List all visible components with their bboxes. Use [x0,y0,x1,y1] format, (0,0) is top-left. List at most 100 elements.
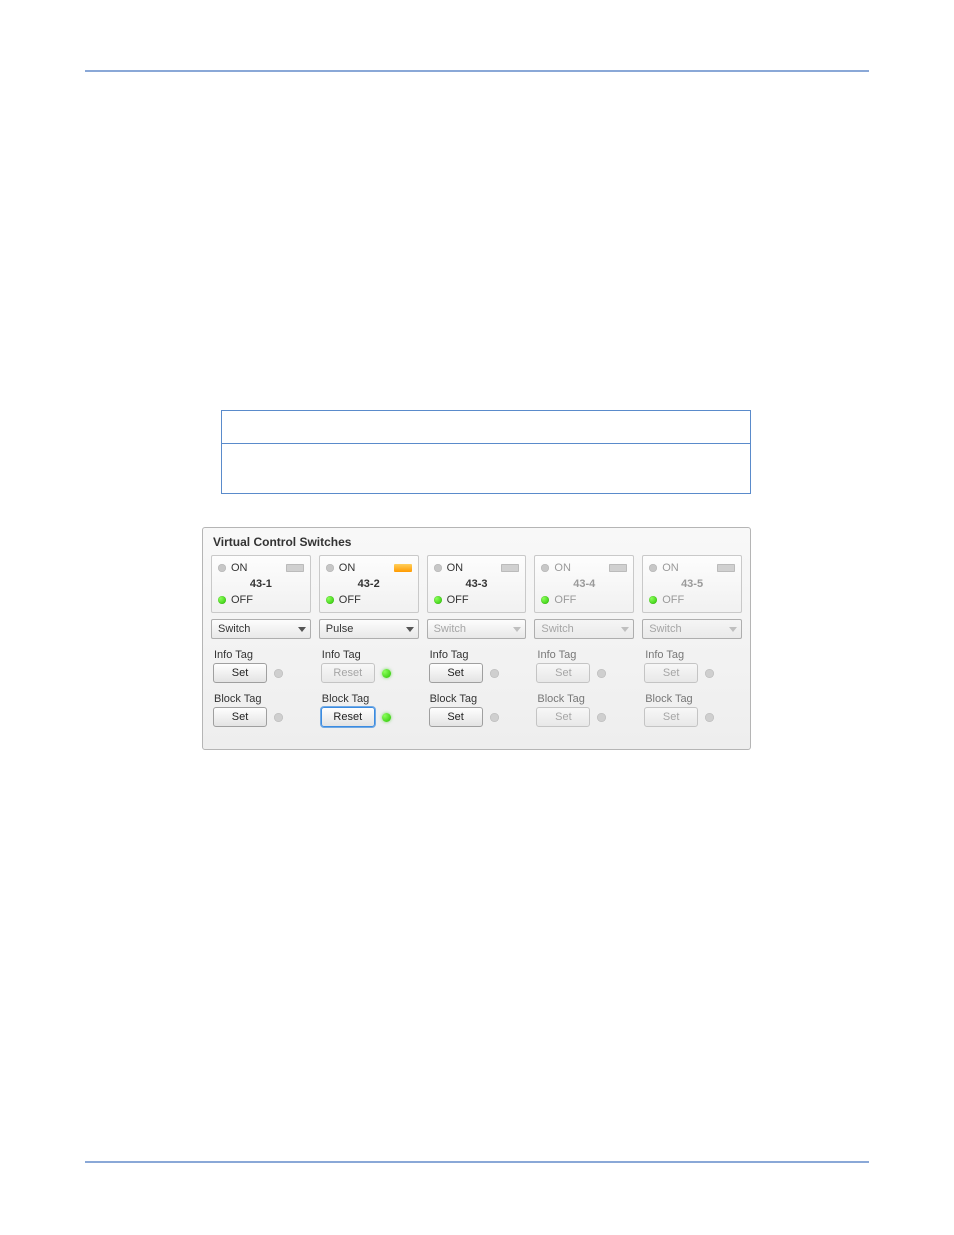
switch-id-label: 43-3 [434,576,520,592]
block-tag-block: Block Tag Reset [319,693,419,727]
switch-column-43-5: ON 43-5 OFF Switch Info Tag Set Block Tag Set [642,555,742,727]
mode-dropdown-label: Switch [649,623,681,635]
info-tag-indicator [274,669,283,678]
switch-column-43-3: ON 43-3 OFF Switch Info Tag Set Block Tag Set [427,555,527,727]
info-tag-label: Info Tag [430,649,527,661]
chevron-down-icon [406,627,414,632]
block-tag-button[interactable]: Set [429,707,483,727]
off-indicator-dot [326,596,334,604]
info-tag-indicator [382,669,391,678]
block-tag-block: Block Tag Set [211,693,311,727]
on-label: ON [231,562,248,574]
info-tag-button: Set [644,663,698,683]
switch-off-row: OFF [434,592,520,608]
bottom-rule [85,1161,869,1163]
block-tag-indicator [597,713,606,722]
switch-box-43-2: ON 43-2 OFF [319,555,419,613]
info-tag-label: Info Tag [214,649,311,661]
off-label: OFF [554,594,576,606]
off-label: OFF [231,594,253,606]
info-tag-block: Info Tag Set [427,649,527,683]
off-label: OFF [447,594,469,606]
off-label: OFF [339,594,361,606]
info-tag-indicator [490,669,499,678]
switch-id-label: 43-1 [218,576,304,592]
info-tag-block: Info Tag Set [642,649,742,683]
switch-id-label: 43-5 [649,576,735,592]
block-tag-label: Block Tag [537,693,634,705]
on-label: ON [554,562,571,574]
on-label: ON [662,562,679,574]
switch-off-row: OFF [649,592,735,608]
off-indicator-dot [218,596,226,604]
info-tag-button[interactable]: Set [429,663,483,683]
switch-box-43-1: ON 43-1 OFF [211,555,311,613]
switch-column-43-4: ON43-4OFFSwitchInfo TagSetBlock TagSet [534,555,634,727]
info-tag-indicator [597,669,606,678]
switch-column-43-2: ON 43-2 OFF Pulse Info Tag Reset Block Tag Rese… [319,555,419,727]
switch-column-43-1: ON 43-1 OFF Switch Info Tag Set Block Tag Set [211,555,311,727]
mode-dropdown: Switch [642,619,742,639]
switch-id-label: 43-2 [326,576,412,592]
off-label: OFF [662,594,684,606]
tally-indicator [286,564,304,572]
block-tag-button[interactable]: Reset [321,707,375,727]
chevron-down-icon [621,627,629,632]
mode-dropdown-label: Switch [434,623,466,635]
block-tag-indicator [274,713,283,722]
block-tag-button: Set [644,707,698,727]
info-tag-block: Info Tag Set [211,649,311,683]
block-tag-block: Block Tag Set [427,693,527,727]
tally-indicator [394,564,412,572]
block-tag-block: Block Tag Set [642,693,742,727]
info-tag-button[interactable]: Set [213,663,267,683]
empty-table-body [221,444,751,494]
switch-off-row: OFF [218,592,304,608]
mode-dropdown: Switch [534,619,634,639]
switch-box-43-3: ON 43-3 OFF [427,555,527,613]
on-label: ON [447,562,464,574]
on-indicator-dot [326,564,334,572]
block-tag-block: Block TagSet [534,693,634,727]
mode-dropdown-label: Pulse [326,623,354,635]
switch-on-row: ON [649,560,735,576]
block-tag-label: Block Tag [645,693,742,705]
switch-off-row: OFF [326,592,412,608]
block-tag-button[interactable]: Set [213,707,267,727]
block-tag-label: Block Tag [322,693,419,705]
switch-on-row: ON [541,560,627,576]
off-indicator-dot [649,596,657,604]
block-tag-indicator [705,713,714,722]
switch-box-43-5: ON 43-5 OFF [642,555,742,613]
block-tag-indicator [490,713,499,722]
top-rule [85,70,869,72]
panel-title: Virtual Control Switches [213,535,742,549]
info-tag-block: Info Tag Set [534,649,634,683]
on-label: ON [339,562,356,574]
switch-on-row: ON [434,560,520,576]
info-tag-label: Info Tag [322,649,419,661]
tally-indicator [717,564,735,572]
switch-off-row: OFF [541,592,627,608]
mode-dropdown: Switch [427,619,527,639]
block-tag-indicator [382,713,391,722]
mode-dropdown[interactable]: Switch [211,619,311,639]
on-indicator-dot [218,564,226,572]
mode-dropdown[interactable]: Pulse [319,619,419,639]
block-tag-label: Block Tag [214,693,311,705]
off-indicator-dot [541,596,549,604]
info-tag-label: Info Tag [537,649,634,661]
info-tag-button: Reset [321,663,375,683]
info-tag-button: Set [536,663,590,683]
tally-indicator [501,564,519,572]
tally-indicator [609,564,627,572]
block-tag-label: Block Tag [430,693,527,705]
mode-dropdown-label: Switch [218,623,250,635]
on-indicator-dot [541,564,549,572]
on-indicator-dot [434,564,442,572]
info-tag-label: Info Tag [645,649,742,661]
info-tag-indicator [705,669,714,678]
empty-table-header [221,410,751,444]
mode-dropdown-label: Switch [541,623,573,635]
switch-on-row: ON [218,560,304,576]
